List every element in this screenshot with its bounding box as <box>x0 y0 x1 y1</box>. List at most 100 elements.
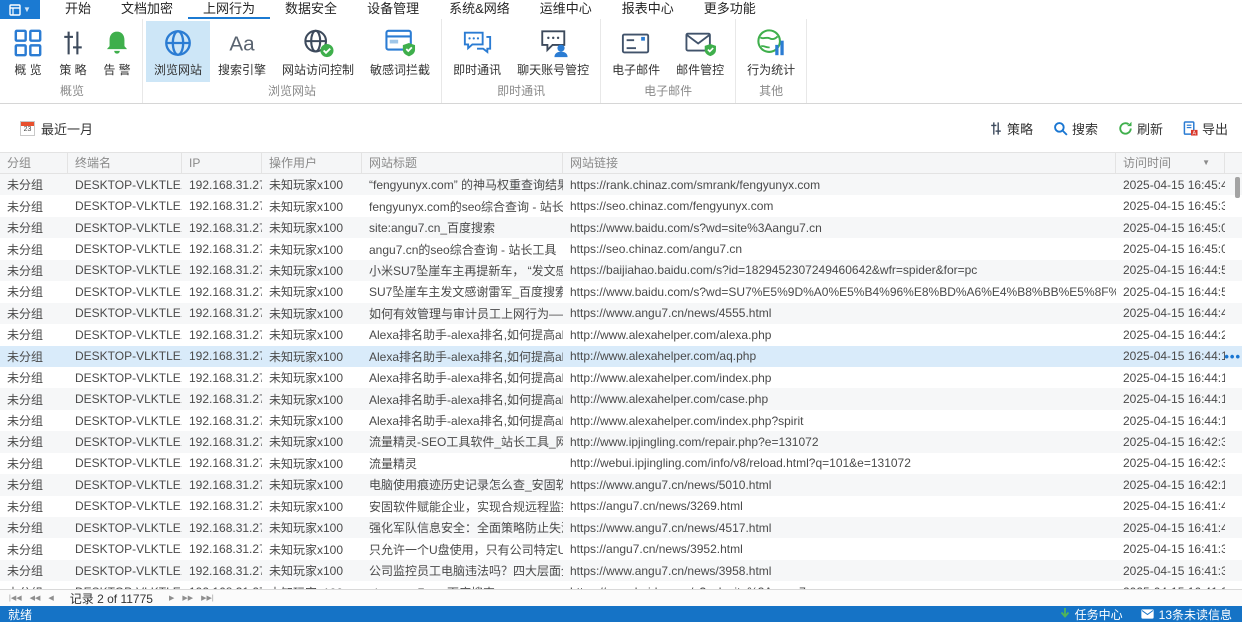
vertical-scrollbar-thumb[interactable] <box>1235 177 1240 198</box>
toolbar-action-label: 导出 <box>1202 119 1228 138</box>
menu-tab-文档加密[interactable]: 文档加密 <box>106 0 188 19</box>
ribbon-button-概览[interactable]: 概 览 <box>5 21 51 82</box>
column-header-group[interactable]: 分组 <box>0 153 68 173</box>
table-row[interactable]: 未分组DESKTOP-VLKTLE1192.168.31.27未知玩家x100强… <box>0 517 1242 538</box>
cell-time: 2025-04-15 16:41:26 <box>1116 585 1225 589</box>
cell-ip: 192.168.31.27 <box>182 306 262 320</box>
ribbon-button-敏感词拦截[interactable]: 敏感词拦截 <box>362 21 438 82</box>
menu-tab-报表中心[interactable]: 报表中心 <box>607 0 689 19</box>
calendar-icon: 23 <box>20 121 35 136</box>
table-row[interactable]: 未分组DESKTOP-VLKTLE1192.168.31.27未知玩家x100流… <box>0 453 1242 474</box>
menu-tab-运维中心[interactable]: 运维中心 <box>525 0 607 19</box>
ribbon-button-邮件管控[interactable]: 邮件管控 <box>668 21 732 82</box>
ribbon-button-搜索引擎[interactable]: Aa搜索引擎 <box>210 21 274 82</box>
table-row[interactable]: 未分组DESKTOP-VLKTLE1192.168.31.27未知玩家x100A… <box>0 388 1242 409</box>
cell-terminal: DESKTOP-VLKTLE1 <box>68 456 182 470</box>
cell-terminal: DESKTOP-VLKTLE1 <box>68 392 182 406</box>
ribbon-button-浏览网站[interactable]: 浏览网站 <box>146 21 210 82</box>
cell-group: 未分组 <box>0 498 68 515</box>
cell-terminal: DESKTOP-VLKTLE1 <box>68 263 182 277</box>
table-row[interactable]: 未分组DESKTOP-VLKTLE1192.168.31.27未知玩家x100a… <box>0 238 1242 259</box>
nav-first-button[interactable]: |◀◀ <box>5 594 26 602</box>
table-row[interactable]: 未分组DESKTOP-VLKTLE1192.168.31.27未知玩家x100“… <box>0 174 1242 195</box>
filter-caret-icon[interactable]: ▼ <box>1202 153 1210 173</box>
table-row[interactable]: 未分组DESKTOP-VLKTLE1192.168.31.27未知玩家x100小… <box>0 260 1242 281</box>
toolbar-action-策略[interactable]: 策略 <box>989 119 1033 138</box>
table-row[interactable]: 未分组DESKTOP-VLKTLE1192.168.31.27未知玩家x100A… <box>0 410 1242 431</box>
ribbon-button-电子邮件[interactable]: 电子邮件 <box>604 21 668 82</box>
cell-ip: 192.168.31.27 <box>182 521 262 535</box>
ribbon-group: 浏览网站Aa搜索引擎网站访问控制敏感词拦截浏览网站 <box>143 19 442 103</box>
column-header-time[interactable]: 访问时间▼ <box>1116 153 1225 173</box>
column-header-terminal[interactable]: 终端名 <box>68 153 182 173</box>
date-range-filter[interactable]: 23 最近一月 <box>20 119 93 138</box>
ribbon-button-label: 行为统计 <box>747 61 795 78</box>
globe-check-icon <box>302 26 335 59</box>
column-header-url[interactable]: 网站链接 <box>563 153 1116 173</box>
menu-tab-设备管理[interactable]: 设备管理 <box>352 0 434 19</box>
nav-prev-button[interactable]: ◀ <box>44 594 57 602</box>
column-header-user[interactable]: 操作用户 <box>262 153 362 173</box>
table-row[interactable]: 未分组DESKTOP-VLKTLE1192.168.31.27未知玩家x100安… <box>0 496 1242 517</box>
toolbar-action-导出[interactable]: A导出 <box>1183 119 1228 138</box>
menu-tab-上网行为[interactable]: 上网行为 <box>188 0 270 19</box>
ribbon-button-策略[interactable]: 策 略 <box>51 21 95 82</box>
cell-terminal: DESKTOP-VLKTLE1 <box>68 542 182 556</box>
table-row[interactable]: 未分组DESKTOP-VLKTLE1192.168.31.27未知玩家x100公… <box>0 560 1242 581</box>
ribbon-button-即时通讯[interactable]: 即时通讯 <box>445 21 509 82</box>
cell-user: 未知玩家x100 <box>262 326 362 343</box>
table-row[interactable]: 未分组DESKTOP-VLKTLE1192.168.31.27未知玩家x100A… <box>0 367 1242 388</box>
column-header-title[interactable]: 网站标题 <box>362 153 563 173</box>
cell-time: 2025-04-15 16:44:50 <box>1116 285 1225 299</box>
mail-icon <box>620 26 652 59</box>
nav-next-button[interactable]: ▶ <box>165 594 178 602</box>
cell-terminal: DESKTOP-VLKTLE1 <box>68 178 182 192</box>
table-row[interactable]: 未分组DESKTOP-VLKTLE1192.168.31.27未知玩家x100S… <box>0 281 1242 302</box>
grid-header-row: 分组终端名IP操作用户网站标题网站链接访问时间▼ <box>0 152 1242 174</box>
task-center-button[interactable]: 任务中心 <box>1060 606 1123 622</box>
menu-tab-数据安全[interactable]: 数据安全 <box>270 0 352 19</box>
cell-ip: 192.168.31.27 <box>182 585 262 589</box>
app-menu-button[interactable]: ▼ <box>0 0 40 19</box>
table-row[interactable]: 未分组DESKTOP-VLKTLE1192.168.31.27未知玩家x100s… <box>0 217 1242 238</box>
cell-url: https://www.angu7.cn/news/4517.html <box>563 521 1116 535</box>
cell-time: 2025-04-15 16:45:07 <box>1116 221 1225 235</box>
ribbon-button-聊天账号管控[interactable]: 聊天账号管控 <box>509 21 597 82</box>
table-row[interactable]: 未分组DESKTOP-VLKTLE1192.168.31.27未知玩家x100电… <box>0 474 1242 495</box>
ribbon-button-告警[interactable]: 告 警 <box>95 21 139 82</box>
cell-title: site:angu7.cn_百度搜索 <box>362 219 563 236</box>
table-row[interactable]: 未分组DESKTOP-VLKTLE1192.168.31.27未知玩家x100只… <box>0 538 1242 559</box>
table-row[interactable]: 未分组DESKTOP-VLKTLE1192.168.31.27未知玩家x100流… <box>0 431 1242 452</box>
menu-tab-系统&网络[interactable]: 系统&网络 <box>434 0 525 19</box>
table-row[interactable]: 未分组DESKTOP-VLKTLE1192.168.31.27未知玩家x100A… <box>0 346 1242 367</box>
table-row[interactable]: 未分组DESKTOP-VLKTLE1192.168.31.27未知玩家x100s… <box>0 581 1242 589</box>
ribbon-group: 即时通讯聊天账号管控即时通讯 <box>442 19 601 103</box>
cell-title: 流量精灵 <box>362 455 563 472</box>
cell-url: http://www.alexahelper.com/index.php <box>563 371 1116 385</box>
table-row[interactable]: 未分组DESKTOP-VLKTLE1192.168.31.27未知玩家x100A… <box>0 324 1242 345</box>
ribbon-button-网站访问控制[interactable]: 网站访问控制 <box>274 21 362 82</box>
nav-prev-page-button[interactable]: ◀◀ <box>26 594 45 602</box>
nav-next-page-button[interactable]: ▶▶ <box>178 594 197 602</box>
ribbon-group-label: 浏览网站 <box>146 82 438 103</box>
nav-last-button[interactable]: ▶▶| <box>197 594 218 602</box>
cell-title: angu7.cn的seo综合查询 - 站长工具 <box>362 241 563 258</box>
toolbar-action-搜索[interactable]: 搜索 <box>1053 119 1098 138</box>
column-header-ip[interactable]: IP <box>182 153 262 173</box>
cell-ip: 192.168.31.27 <box>182 221 262 235</box>
menu-tab-开始[interactable]: 开始 <box>50 0 106 19</box>
cell-terminal: DESKTOP-VLKTLE1 <box>68 221 182 235</box>
table-row[interactable]: 未分组DESKTOP-VLKTLE1192.168.31.27未知玩家x100f… <box>0 195 1242 216</box>
table-row[interactable]: 未分组DESKTOP-VLKTLE1192.168.31.27未知玩家x100如… <box>0 303 1242 324</box>
row-overflow-menu-icon[interactable]: ••• <box>1224 349 1241 364</box>
cell-ip: 192.168.31.27 <box>182 392 262 406</box>
unread-messages-button[interactable]: 13条未读信息 <box>1141 606 1232 622</box>
toolbar-action-刷新[interactable]: 刷新 <box>1118 119 1163 138</box>
download-arrow-icon <box>1060 608 1070 620</box>
cell-url: https://www.angu7.cn/news/4555.html <box>563 306 1116 320</box>
cell-title: Alexa排名助手-alexa排名,如何提高alexa排... <box>362 369 563 386</box>
ribbon-button-label: 聊天账号管控 <box>517 61 589 78</box>
menu-tab-更多功能[interactable]: 更多功能 <box>689 0 771 19</box>
ribbon-button-行为统计[interactable]: 行为统计 <box>739 21 803 82</box>
cell-title: 强化军队信息安全：全面策略防止失泄密事... <box>362 519 563 536</box>
